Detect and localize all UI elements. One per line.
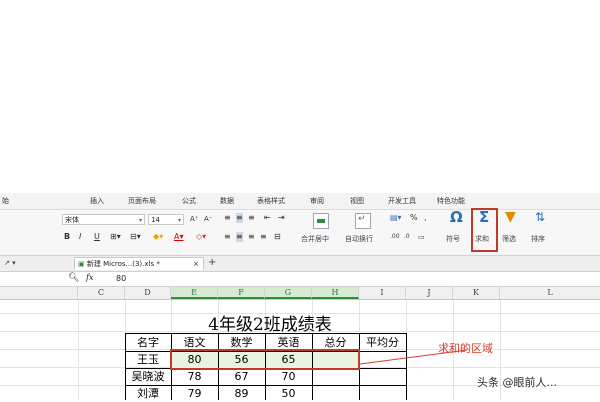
decrease-decimal-icon[interactable]: .0 bbox=[404, 232, 410, 242]
table-cell[interactable] bbox=[359, 368, 406, 385]
decrease-font-icon[interactable]: A⁻ bbox=[204, 214, 212, 224]
align-center-icon[interactable]: ≡ bbox=[236, 232, 243, 242]
zoom-icon[interactable]: 🔍︎ bbox=[68, 273, 79, 283]
clear-format-icon[interactable]: ◇▾ bbox=[196, 232, 206, 242]
font-size-select[interactable]: 14 ▾ bbox=[148, 214, 184, 225]
ribbon-toolbar: 宋体 ▾ 14 ▾ A⁺ A⁻ ≡ ≡ ≡ ⇤ ⇥ B I U ⊞▾ ⊟▾ ◆▾ A… bbox=[0, 210, 600, 256]
watermark: 头条 @眼前人... bbox=[477, 376, 557, 389]
column-header-row: C D E F G H I J K L bbox=[0, 287, 600, 300]
header-cell[interactable]: 名字 bbox=[125, 334, 171, 351]
document-tab[interactable]: ▣ 新建 Micros...(3).xls * × bbox=[74, 257, 204, 270]
table-cell[interactable] bbox=[312, 368, 359, 385]
table-cell[interactable]: 78 bbox=[171, 368, 218, 385]
align-left-icon[interactable]: ≡ bbox=[224, 232, 231, 242]
merge-center-button[interactable]: 合并居中 bbox=[301, 234, 329, 244]
tab-insert[interactable]: 插入 bbox=[90, 196, 104, 206]
add-tab-button[interactable]: + bbox=[208, 257, 216, 268]
font-color-icon[interactable]: A▾ bbox=[174, 232, 184, 242]
column-header[interactable]: I bbox=[359, 287, 406, 299]
omega-icon[interactable]: Ω bbox=[450, 210, 463, 225]
font-name-select[interactable]: 宋体 ▾ bbox=[62, 214, 145, 225]
comma-button[interactable]: , bbox=[424, 213, 427, 223]
chevron-down-icon: ▾ bbox=[138, 217, 142, 224]
back-icon[interactable]: ↗ ▾ bbox=[4, 259, 16, 267]
table-cell[interactable] bbox=[359, 385, 406, 402]
justify-icon[interactable]: ≡ bbox=[260, 232, 267, 242]
close-icon[interactable]: × bbox=[193, 258, 199, 270]
table-cell[interactable]: 79 bbox=[171, 385, 218, 402]
filter-button[interactable]: 筛选 bbox=[502, 234, 516, 244]
sort-button[interactable]: 排序 bbox=[531, 234, 545, 244]
column-header[interactable]: E bbox=[171, 287, 218, 299]
blank-area bbox=[0, 0, 600, 193]
bold-button[interactable]: B bbox=[64, 232, 70, 242]
table-cell[interactable]: 67 bbox=[218, 368, 265, 385]
tab-table-style[interactable]: 表格样式 bbox=[257, 196, 285, 206]
chevron-down-icon: ▾ bbox=[177, 217, 181, 224]
formula-input[interactable]: 80 bbox=[116, 274, 126, 283]
table-cell[interactable]: 70 bbox=[265, 368, 312, 385]
tab-data[interactable]: 数据 bbox=[220, 196, 234, 206]
column-header[interactable]: L bbox=[500, 287, 600, 299]
fx-icon[interactable]: fx bbox=[86, 273, 93, 282]
table-cell[interactable]: 89 bbox=[218, 385, 265, 402]
number-format-icon[interactable]: ▤▾ bbox=[390, 213, 402, 223]
indent-decrease-icon[interactable]: ⇤ bbox=[264, 213, 271, 223]
wrap-text-button[interactable]: 自动换行 bbox=[345, 234, 373, 244]
align-right-icon[interactable]: ≡ bbox=[248, 232, 255, 242]
tab-special[interactable]: 特色功能 bbox=[437, 196, 465, 206]
align-middle-icon[interactable]: ≡ bbox=[236, 213, 243, 223]
tab-page-layout[interactable]: 页面布局 bbox=[128, 196, 156, 206]
percent-button[interactable]: % bbox=[410, 213, 418, 223]
increase-decimal-icon[interactable]: .00 bbox=[390, 232, 400, 242]
column-header[interactable]: C bbox=[78, 287, 125, 299]
indent-increase-icon[interactable]: ⇥ bbox=[278, 213, 285, 223]
formula-bar: 🔍︎ fx 80 bbox=[0, 272, 600, 287]
fill-color-icon[interactable]: ◆▾ bbox=[153, 232, 163, 242]
column-header[interactable]: J bbox=[406, 287, 453, 299]
sort-icon[interactable]: ⇅ bbox=[535, 211, 545, 223]
table-cell[interactable]: 王玉 bbox=[125, 351, 171, 368]
italic-button[interactable]: I bbox=[79, 232, 81, 242]
increase-font-icon[interactable]: A⁺ bbox=[190, 214, 198, 224]
table-cell[interactable]: 50 bbox=[265, 385, 312, 402]
merge-cells-icon[interactable]: ⊟▾ bbox=[130, 232, 141, 242]
ribbon-tab-bar: 始 插入 页面布局 公式 数据 表格样式 审阅 视图 开发工具 特色功能 bbox=[0, 193, 600, 210]
distribute-icon[interactable]: ⊟ bbox=[274, 232, 281, 242]
table-cell[interactable]: 刘潭 bbox=[125, 385, 171, 402]
merge-center-icon[interactable] bbox=[313, 213, 329, 229]
annotation-text: 求和的区域 bbox=[438, 342, 493, 355]
corner-cell[interactable] bbox=[0, 287, 78, 299]
border-icon[interactable]: ⊞▾ bbox=[110, 232, 121, 242]
sum-range-highlight bbox=[170, 349, 360, 370]
column-header[interactable]: H bbox=[312, 287, 359, 299]
filter-icon[interactable]: ▼ bbox=[505, 210, 516, 224]
tab-developer[interactable]: 开发工具 bbox=[388, 196, 416, 206]
document-tab-bar: ↗ ▾ ▣ 新建 Micros...(3).xls * × + bbox=[0, 256, 600, 272]
symbol-button[interactable]: 符号 bbox=[446, 234, 460, 244]
wrap-text-icon[interactable]: ↵ bbox=[355, 213, 371, 229]
table-cell[interactable]: 吴晓波 bbox=[125, 368, 171, 385]
column-header[interactable]: G bbox=[265, 287, 312, 299]
tab-home[interactable]: 始 bbox=[2, 196, 9, 206]
tab-view[interactable]: 视图 bbox=[350, 196, 364, 206]
tab-review[interactable]: 审阅 bbox=[310, 196, 324, 206]
align-bottom-icon[interactable]: ≡ bbox=[248, 213, 255, 223]
table-cell[interactable] bbox=[312, 385, 359, 402]
document-tab-label: 新建 Micros...(3).xls * bbox=[86, 260, 160, 268]
sum-button-highlight bbox=[471, 208, 498, 252]
column-header[interactable]: D bbox=[125, 287, 171, 299]
column-header[interactable]: K bbox=[453, 287, 500, 299]
tab-formulas[interactable]: 公式 bbox=[182, 196, 196, 206]
align-top-icon[interactable]: ≡ bbox=[224, 213, 231, 223]
cell-format-icon[interactable]: ▭ bbox=[418, 232, 425, 242]
column-header[interactable]: F bbox=[218, 287, 265, 299]
underline-button[interactable]: U bbox=[94, 232, 100, 242]
spreadsheet-icon: ▣ bbox=[78, 260, 85, 268]
